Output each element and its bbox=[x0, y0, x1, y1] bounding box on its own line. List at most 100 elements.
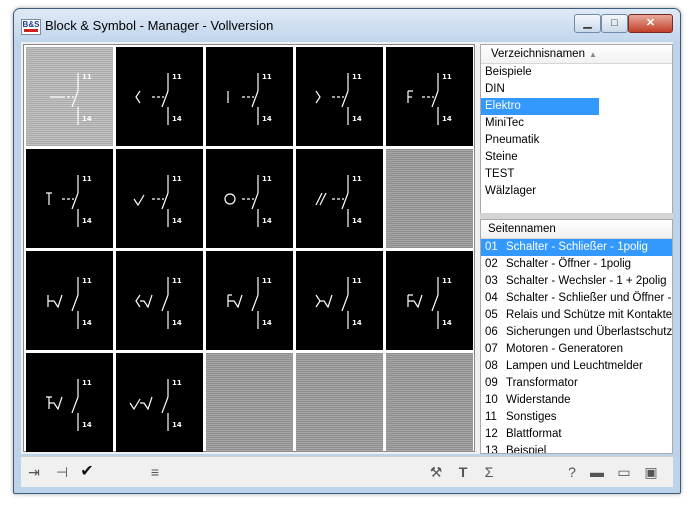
switch-symbol-icon bbox=[133, 175, 169, 227]
maximize-button[interactable]: □ bbox=[601, 14, 628, 33]
directory-item[interactable]: Beispiele bbox=[481, 64, 599, 81]
page-label: Schalter - Wechsler - 1 + 2polig bbox=[506, 275, 667, 287]
app-window: B&S Block & Symbol - Manager - Vollversi… bbox=[13, 8, 681, 494]
contact-label-top: 11 bbox=[82, 175, 92, 183]
directory-list[interactable]: Verzeichnisnamen ▲ Beispiele DIN Elektro Mi… bbox=[480, 44, 673, 215]
restore-panel-icon[interactable]: ▭ bbox=[614, 462, 634, 482]
contact-label-top: 11 bbox=[352, 277, 362, 285]
symbol-cell[interactable]: 11 14 bbox=[206, 47, 293, 146]
page-item[interactable]: 09 Transformator bbox=[481, 375, 672, 392]
directory-item[interactable]: Pneumatik bbox=[481, 132, 599, 149]
symbol-cell[interactable]: 11 14 bbox=[116, 251, 203, 350]
contact-label-bottom: 14 bbox=[442, 115, 452, 123]
page-list[interactable]: Seitennamen 01 Schalter - Schließer - 1po… bbox=[480, 219, 673, 454]
contact-label-bottom: 14 bbox=[82, 115, 92, 123]
page-label: Transformator bbox=[506, 377, 578, 389]
contact-label-top: 11 bbox=[262, 277, 272, 285]
minimize-panel-icon[interactable]: ▬ bbox=[587, 462, 607, 482]
page-label: Schalter - Schließer und Öffner - 3p bbox=[506, 292, 673, 304]
switch-symbol-icon bbox=[315, 175, 349, 227]
symbol-cell[interactable]: 11 14 bbox=[206, 149, 293, 248]
page-label: Relais und Schütze mit Kontakte bbox=[506, 309, 673, 321]
text-icon[interactable]: T bbox=[453, 462, 473, 482]
page-label: Widerstande bbox=[506, 394, 571, 406]
contact-label-bottom: 14 bbox=[352, 115, 362, 123]
contact-label-top: 11 bbox=[442, 73, 452, 81]
title-bar[interactable]: B&S Block & Symbol - Manager - Vollversi… bbox=[14, 9, 680, 41]
symbol-cell[interactable]: 11 14 bbox=[386, 251, 473, 350]
close-panel-icon[interactable]: ▣ bbox=[641, 462, 661, 482]
symbol-cell[interactable]: 11 14 bbox=[26, 47, 113, 146]
page-label: Beispiel bbox=[506, 445, 547, 454]
contact-label-top: 11 bbox=[352, 175, 362, 183]
directory-header-label: Verzeichnisnamen bbox=[491, 48, 585, 60]
directory-header[interactable]: Verzeichnisnamen ▲ bbox=[481, 45, 672, 64]
contact-label-bottom: 14 bbox=[352, 217, 362, 225]
exit-icon[interactable]: ⇥ bbox=[24, 462, 44, 482]
symbol-cell[interactable]: 11 14 bbox=[296, 149, 383, 248]
symbol-cell[interactable]: 11 14 bbox=[26, 251, 113, 350]
symbol-cell[interactable]: 11 14 bbox=[296, 251, 383, 350]
page-number: 04 bbox=[485, 292, 498, 304]
list-icon[interactable]: ≡ bbox=[145, 462, 165, 482]
page-item[interactable]: 13 Beispiel bbox=[481, 443, 672, 454]
empty-symbol-cell[interactable] bbox=[386, 353, 473, 452]
symbol-cell[interactable]: 11 14 bbox=[296, 47, 383, 146]
symbol-cell[interactable]: 11 14 bbox=[206, 251, 293, 350]
contact-label-top: 11 bbox=[172, 277, 182, 285]
page-item[interactable]: 12 Blattformat bbox=[481, 426, 672, 443]
contact-label-top: 11 bbox=[352, 73, 362, 81]
page-item[interactable]: 02 Schalter - Öffner - 1polig bbox=[481, 256, 672, 273]
empty-symbol-cell[interactable] bbox=[296, 353, 383, 452]
page-item[interactable]: 07 Motoren - Generatoren bbox=[481, 341, 672, 358]
page-number: 01 bbox=[485, 241, 498, 253]
directory-item[interactable]: Wälzlager bbox=[481, 183, 599, 200]
directory-item[interactable]: DIN bbox=[481, 81, 599, 98]
minimize-button[interactable]: ▁ bbox=[574, 14, 601, 33]
page-number: 08 bbox=[485, 360, 498, 372]
page-header[interactable]: Seitennamen bbox=[481, 220, 672, 239]
page-item[interactable]: 08 Lampen und Leuchtmelder bbox=[481, 358, 672, 375]
symbol-cell[interactable]: 11 14 bbox=[116, 47, 203, 146]
contact-label-bottom: 14 bbox=[352, 319, 362, 327]
switch-symbol-icon bbox=[227, 277, 259, 329]
directory-item[interactable]: Steine bbox=[481, 149, 599, 166]
symbol-cell[interactable]: 11 14 bbox=[116, 353, 203, 452]
page-item[interactable]: 01 Schalter - Schließer - 1polig bbox=[481, 239, 672, 256]
contact-label-top: 11 bbox=[82, 73, 92, 81]
close-button[interactable]: ✕ bbox=[628, 14, 673, 33]
contact-label-bottom: 14 bbox=[262, 217, 272, 225]
directory-item[interactable]: Elektro bbox=[481, 98, 599, 115]
page-label: Motoren - Generatoren bbox=[506, 343, 623, 355]
sum-icon[interactable]: Σ bbox=[479, 462, 499, 482]
page-item[interactable]: 05 Relais und Schütze mit Kontakte bbox=[481, 307, 672, 324]
directory-item[interactable]: MiniTec bbox=[481, 115, 599, 132]
switch-symbol-icon bbox=[407, 277, 439, 329]
contact-label-bottom: 14 bbox=[262, 319, 272, 327]
help-icon[interactable]: ? bbox=[562, 462, 582, 482]
symbol-cell[interactable]: 11 14 bbox=[26, 353, 113, 452]
symbol-cell[interactable]: 11 14 bbox=[116, 149, 203, 248]
page-label: Sonstiges bbox=[506, 411, 557, 423]
directory-item[interactable]: TEST bbox=[481, 166, 599, 183]
contact-label-bottom: 14 bbox=[172, 217, 182, 225]
page-label: Schalter - Schließer - 1polig bbox=[506, 241, 648, 253]
empty-symbol-cell[interactable] bbox=[386, 149, 473, 248]
page-item[interactable]: 10 Widerstande bbox=[481, 392, 672, 409]
empty-symbol-cell[interactable] bbox=[206, 353, 293, 452]
wrench-icon[interactable]: ⚒ bbox=[426, 462, 446, 482]
page-item[interactable]: 06 Sicherungen und Überlastschutz bbox=[481, 324, 672, 341]
switch-symbol-icon bbox=[407, 73, 439, 125]
symbol-cell[interactable]: 11 14 bbox=[26, 149, 113, 248]
symbol-cell[interactable]: 11 14 bbox=[386, 47, 473, 146]
pin-icon[interactable]: ⊣ bbox=[52, 462, 72, 482]
page-item[interactable]: 04 Schalter - Schließer und Öffner - 3p bbox=[481, 290, 672, 307]
page-item[interactable]: 03 Schalter - Wechsler - 1 + 2polig bbox=[481, 273, 672, 290]
contact-label-top: 11 bbox=[262, 175, 272, 183]
page-label: Schalter - Öffner - 1polig bbox=[506, 258, 632, 270]
page-item[interactable]: 11 Sonstiges bbox=[481, 409, 672, 426]
page-number: 13 bbox=[485, 445, 498, 454]
contact-label-bottom: 14 bbox=[82, 319, 92, 327]
page-number: 11 bbox=[485, 411, 497, 423]
check-icon[interactable]: ✔ bbox=[77, 462, 97, 482]
